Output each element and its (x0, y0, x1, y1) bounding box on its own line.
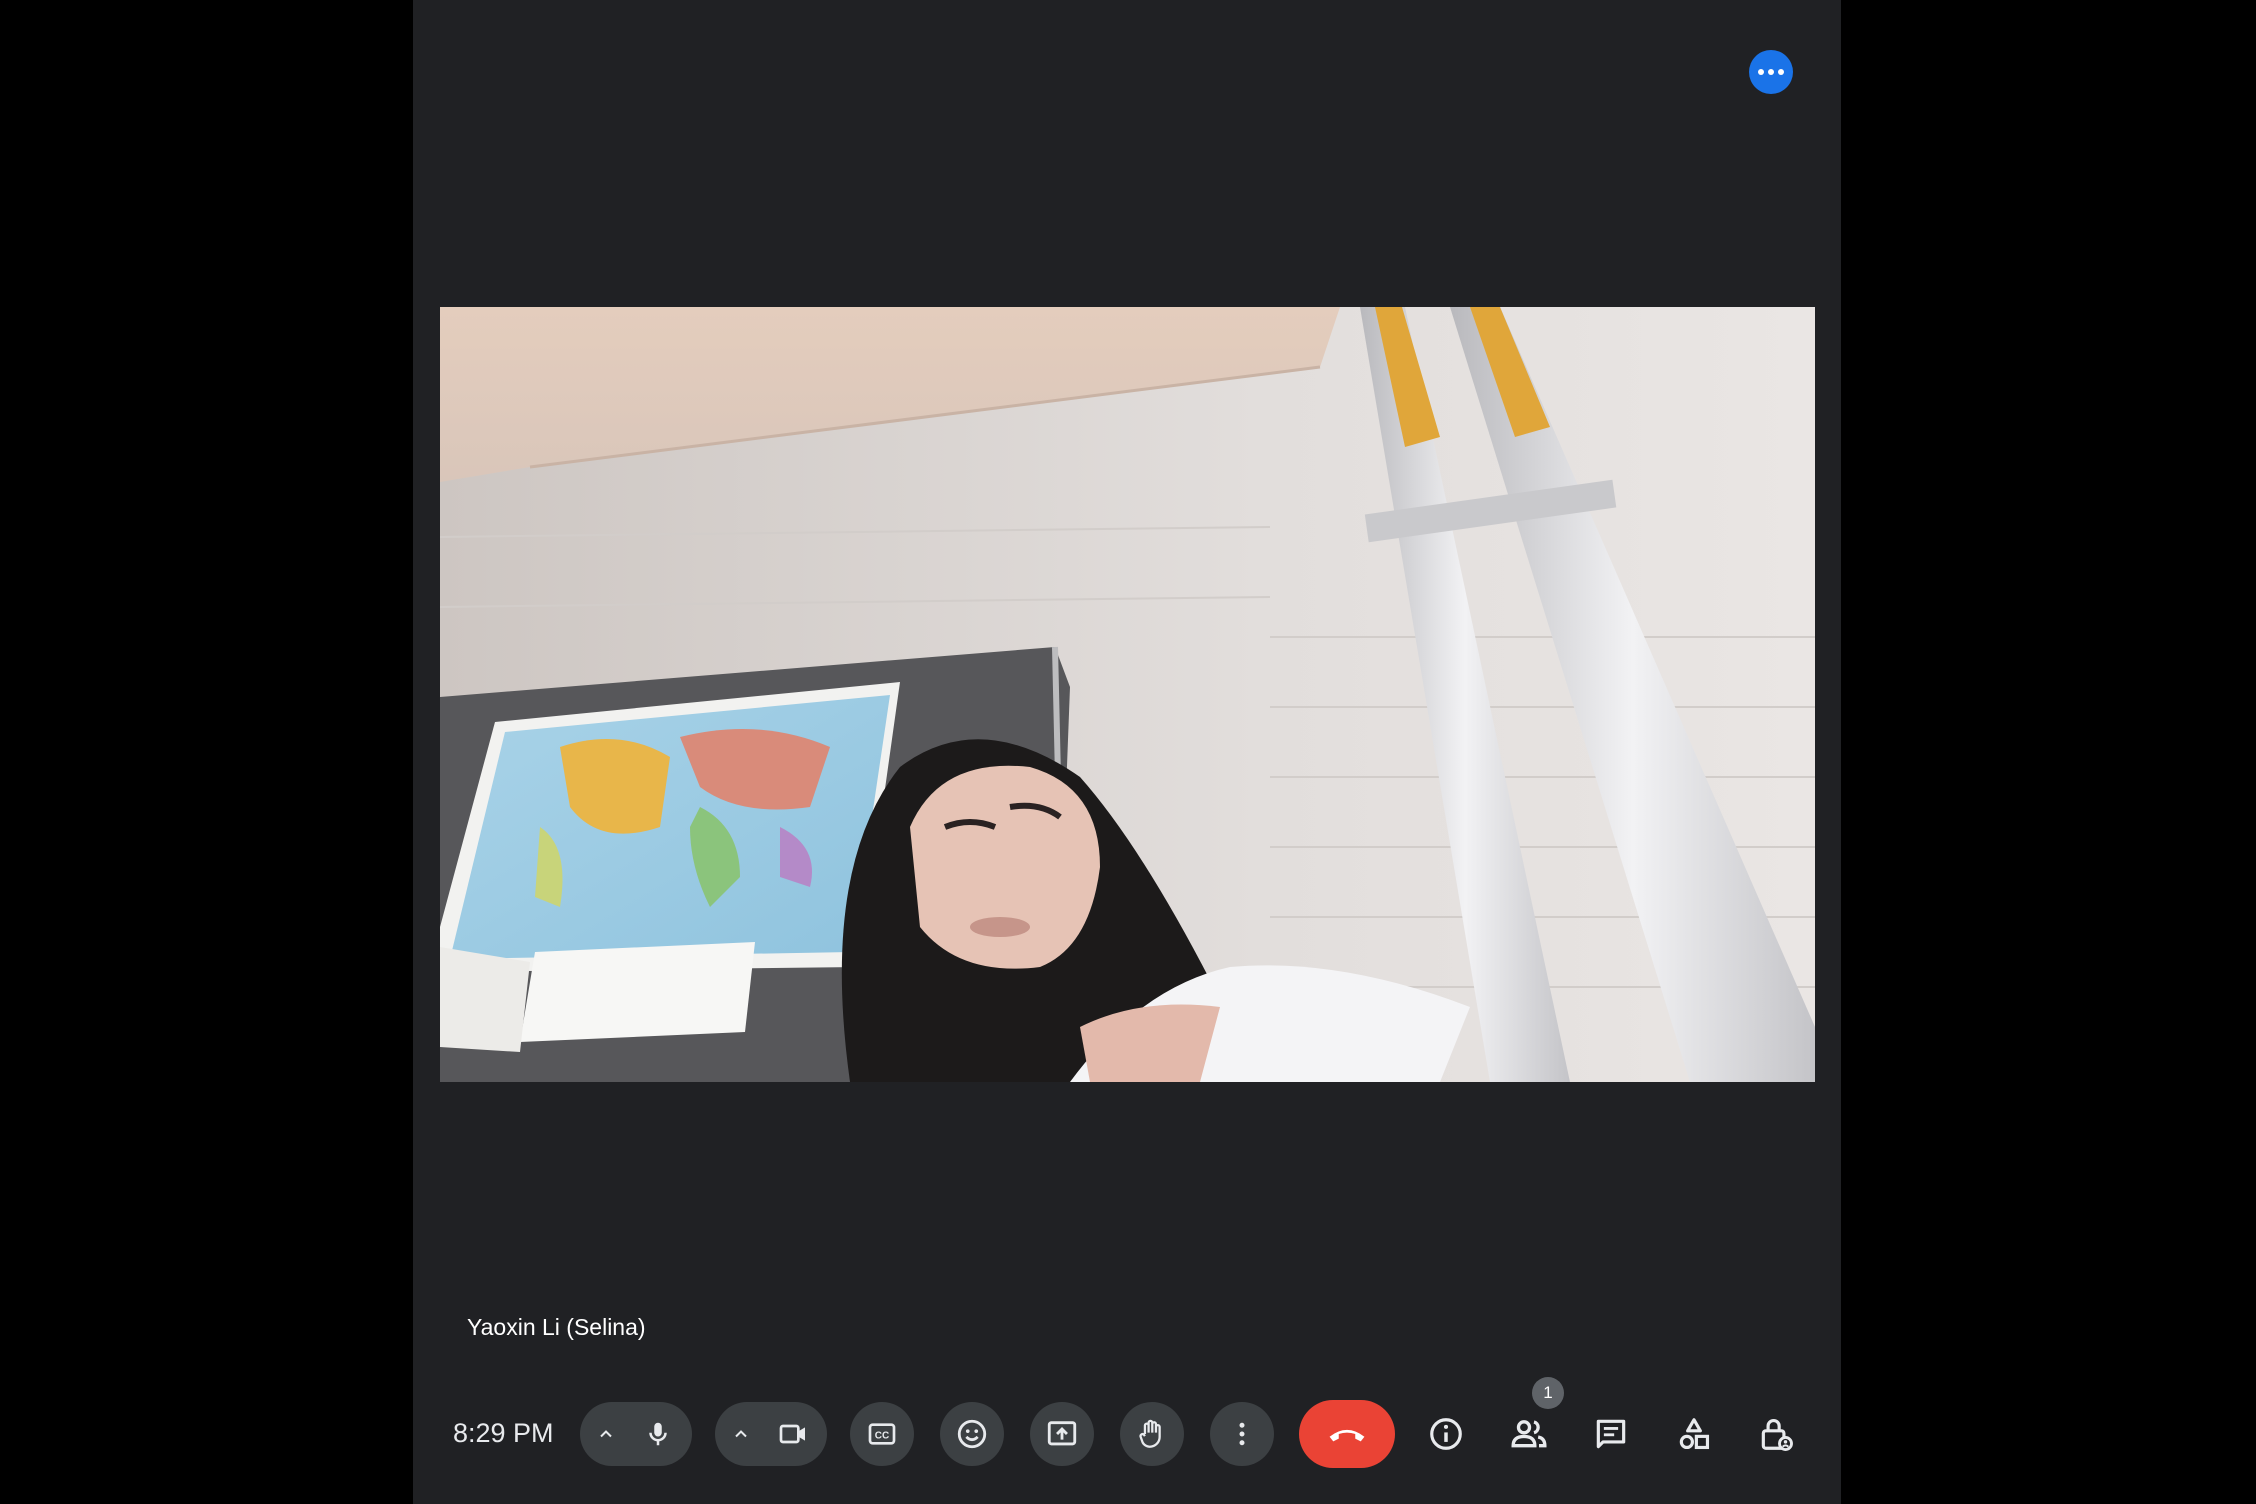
host-controls-icon (1761, 1419, 1793, 1451)
present-button[interactable] (1030, 1402, 1094, 1466)
chat-icon (1596, 1419, 1626, 1449)
participant-count-badge: 1 (1532, 1377, 1564, 1409)
chevron-up-icon (735, 1430, 747, 1438)
dot (1758, 69, 1764, 75)
meeting-clock: 8:29 PM (453, 1418, 554, 1448)
dot (1778, 69, 1784, 75)
mic-control-group (580, 1402, 692, 1466)
camera-button[interactable] (763, 1402, 823, 1466)
dot (1768, 69, 1774, 75)
svg-text:CC: CC (875, 1431, 889, 1442)
more-options-button[interactable] (1749, 50, 1793, 94)
reactions-button[interactable] (940, 1402, 1004, 1466)
captions-button[interactable]: CC (850, 1402, 914, 1466)
camera-control-group (715, 1402, 827, 1466)
mic-button[interactable] (628, 1402, 688, 1466)
people-icon (1511, 1420, 1547, 1448)
people-button[interactable] (1497, 1402, 1561, 1466)
participant-name: Yaoxin Li (Selina) (467, 1314, 646, 1340)
more-actions-button[interactable] (1210, 1402, 1274, 1466)
audio-options-button[interactable] (586, 1402, 626, 1466)
host-controls-button[interactable] (1744, 1402, 1808, 1466)
more-vert-icon (1239, 1422, 1245, 1446)
call-end-icon (1329, 1429, 1365, 1442)
mic-icon (649, 1422, 667, 1446)
activities-icon (1679, 1418, 1710, 1450)
raise-hand-icon (1139, 1419, 1161, 1448)
activities-button[interactable] (1662, 1402, 1726, 1466)
video-frame-illustration (440, 307, 1815, 1082)
video-camera-icon (779, 1424, 805, 1444)
participant-video (440, 307, 1815, 1082)
present-screen-icon (1047, 1421, 1077, 1446)
leave-call-button[interactable] (1299, 1400, 1395, 1468)
video-options-button[interactable] (721, 1402, 761, 1466)
meeting-window: Yaoxin Li (Selina) 8:29 PM CC 1 (413, 0, 1841, 1504)
chat-button[interactable] (1579, 1402, 1643, 1466)
meeting-details-button[interactable] (1414, 1402, 1478, 1466)
emoji-icon (957, 1419, 987, 1449)
info-icon (1430, 1418, 1462, 1450)
raise-hand-button[interactable] (1120, 1402, 1184, 1466)
chevron-up-icon (600, 1430, 612, 1438)
closed-captions-icon: CC (868, 1423, 896, 1445)
paper-note (520, 942, 755, 1042)
